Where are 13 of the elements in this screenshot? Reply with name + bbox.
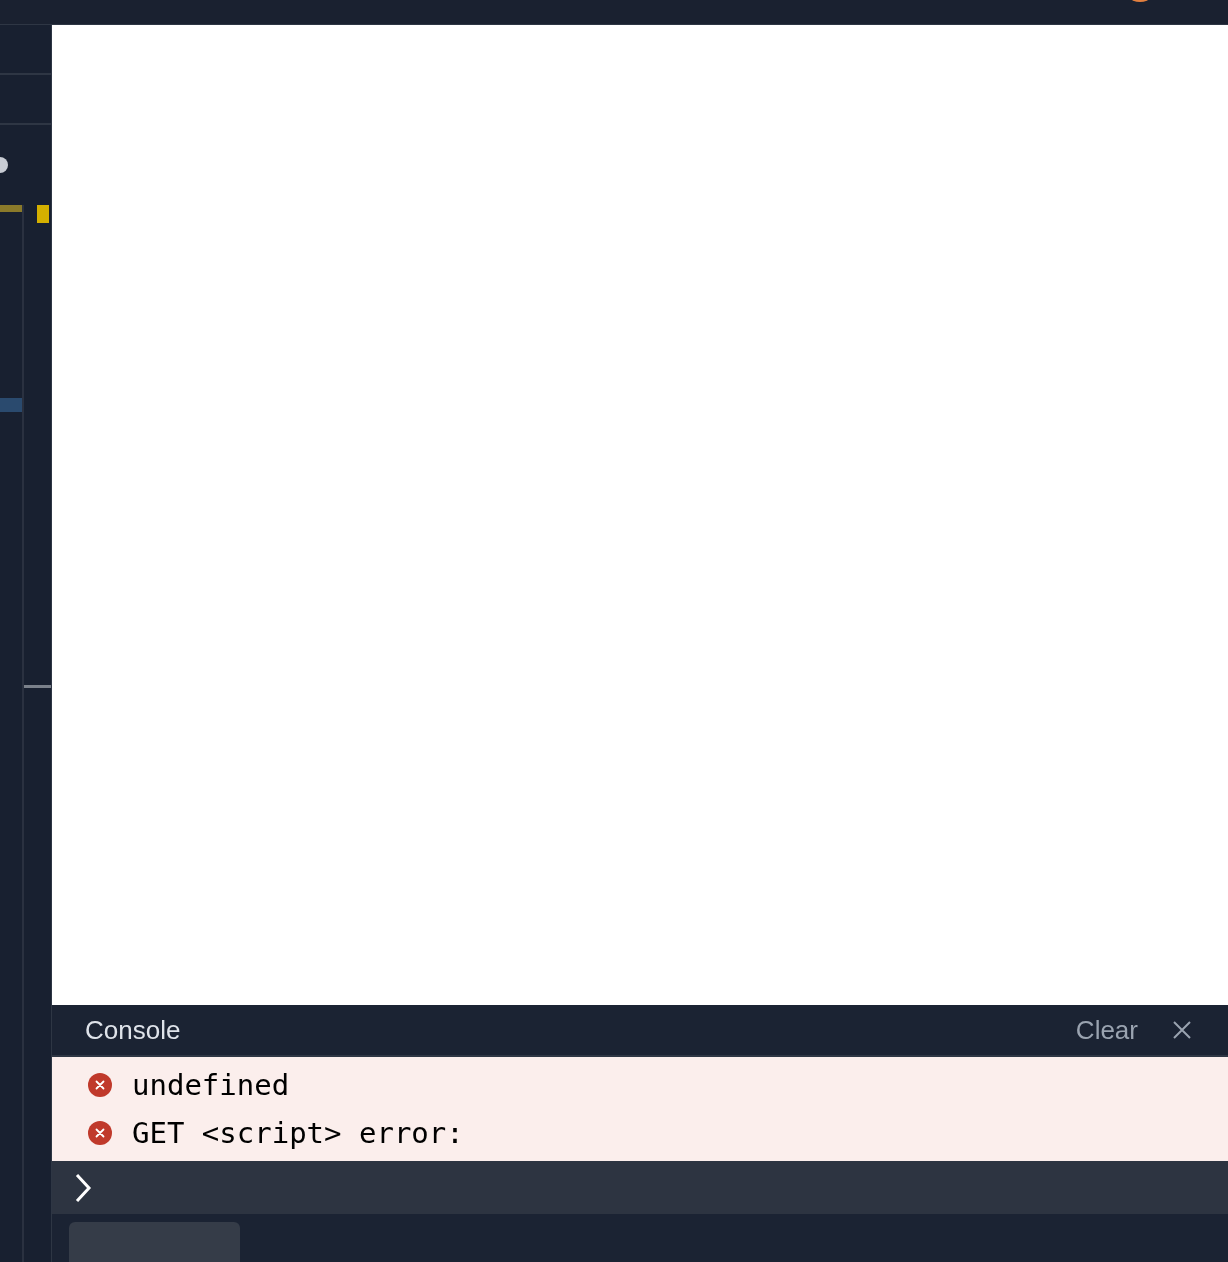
scroll-handle[interactable] <box>24 685 51 688</box>
highlight-bar <box>0 205 22 212</box>
prompt-icon <box>74 1172 92 1203</box>
error-icon <box>88 1121 112 1146</box>
error-icon <box>88 1073 112 1098</box>
bottom-tab[interactable] <box>69 1222 240 1262</box>
message-text: GET <script> error: <box>132 1114 464 1152</box>
console-title: Console <box>85 1013 181 1047</box>
close-icon[interactable] <box>1172 1020 1192 1041</box>
console-input[interactable] <box>52 1161 1228 1214</box>
clear-button[interactable]: Clear <box>1075 1010 1138 1050</box>
marker-icon <box>37 205 49 223</box>
message-text: undefined <box>132 1066 290 1104</box>
